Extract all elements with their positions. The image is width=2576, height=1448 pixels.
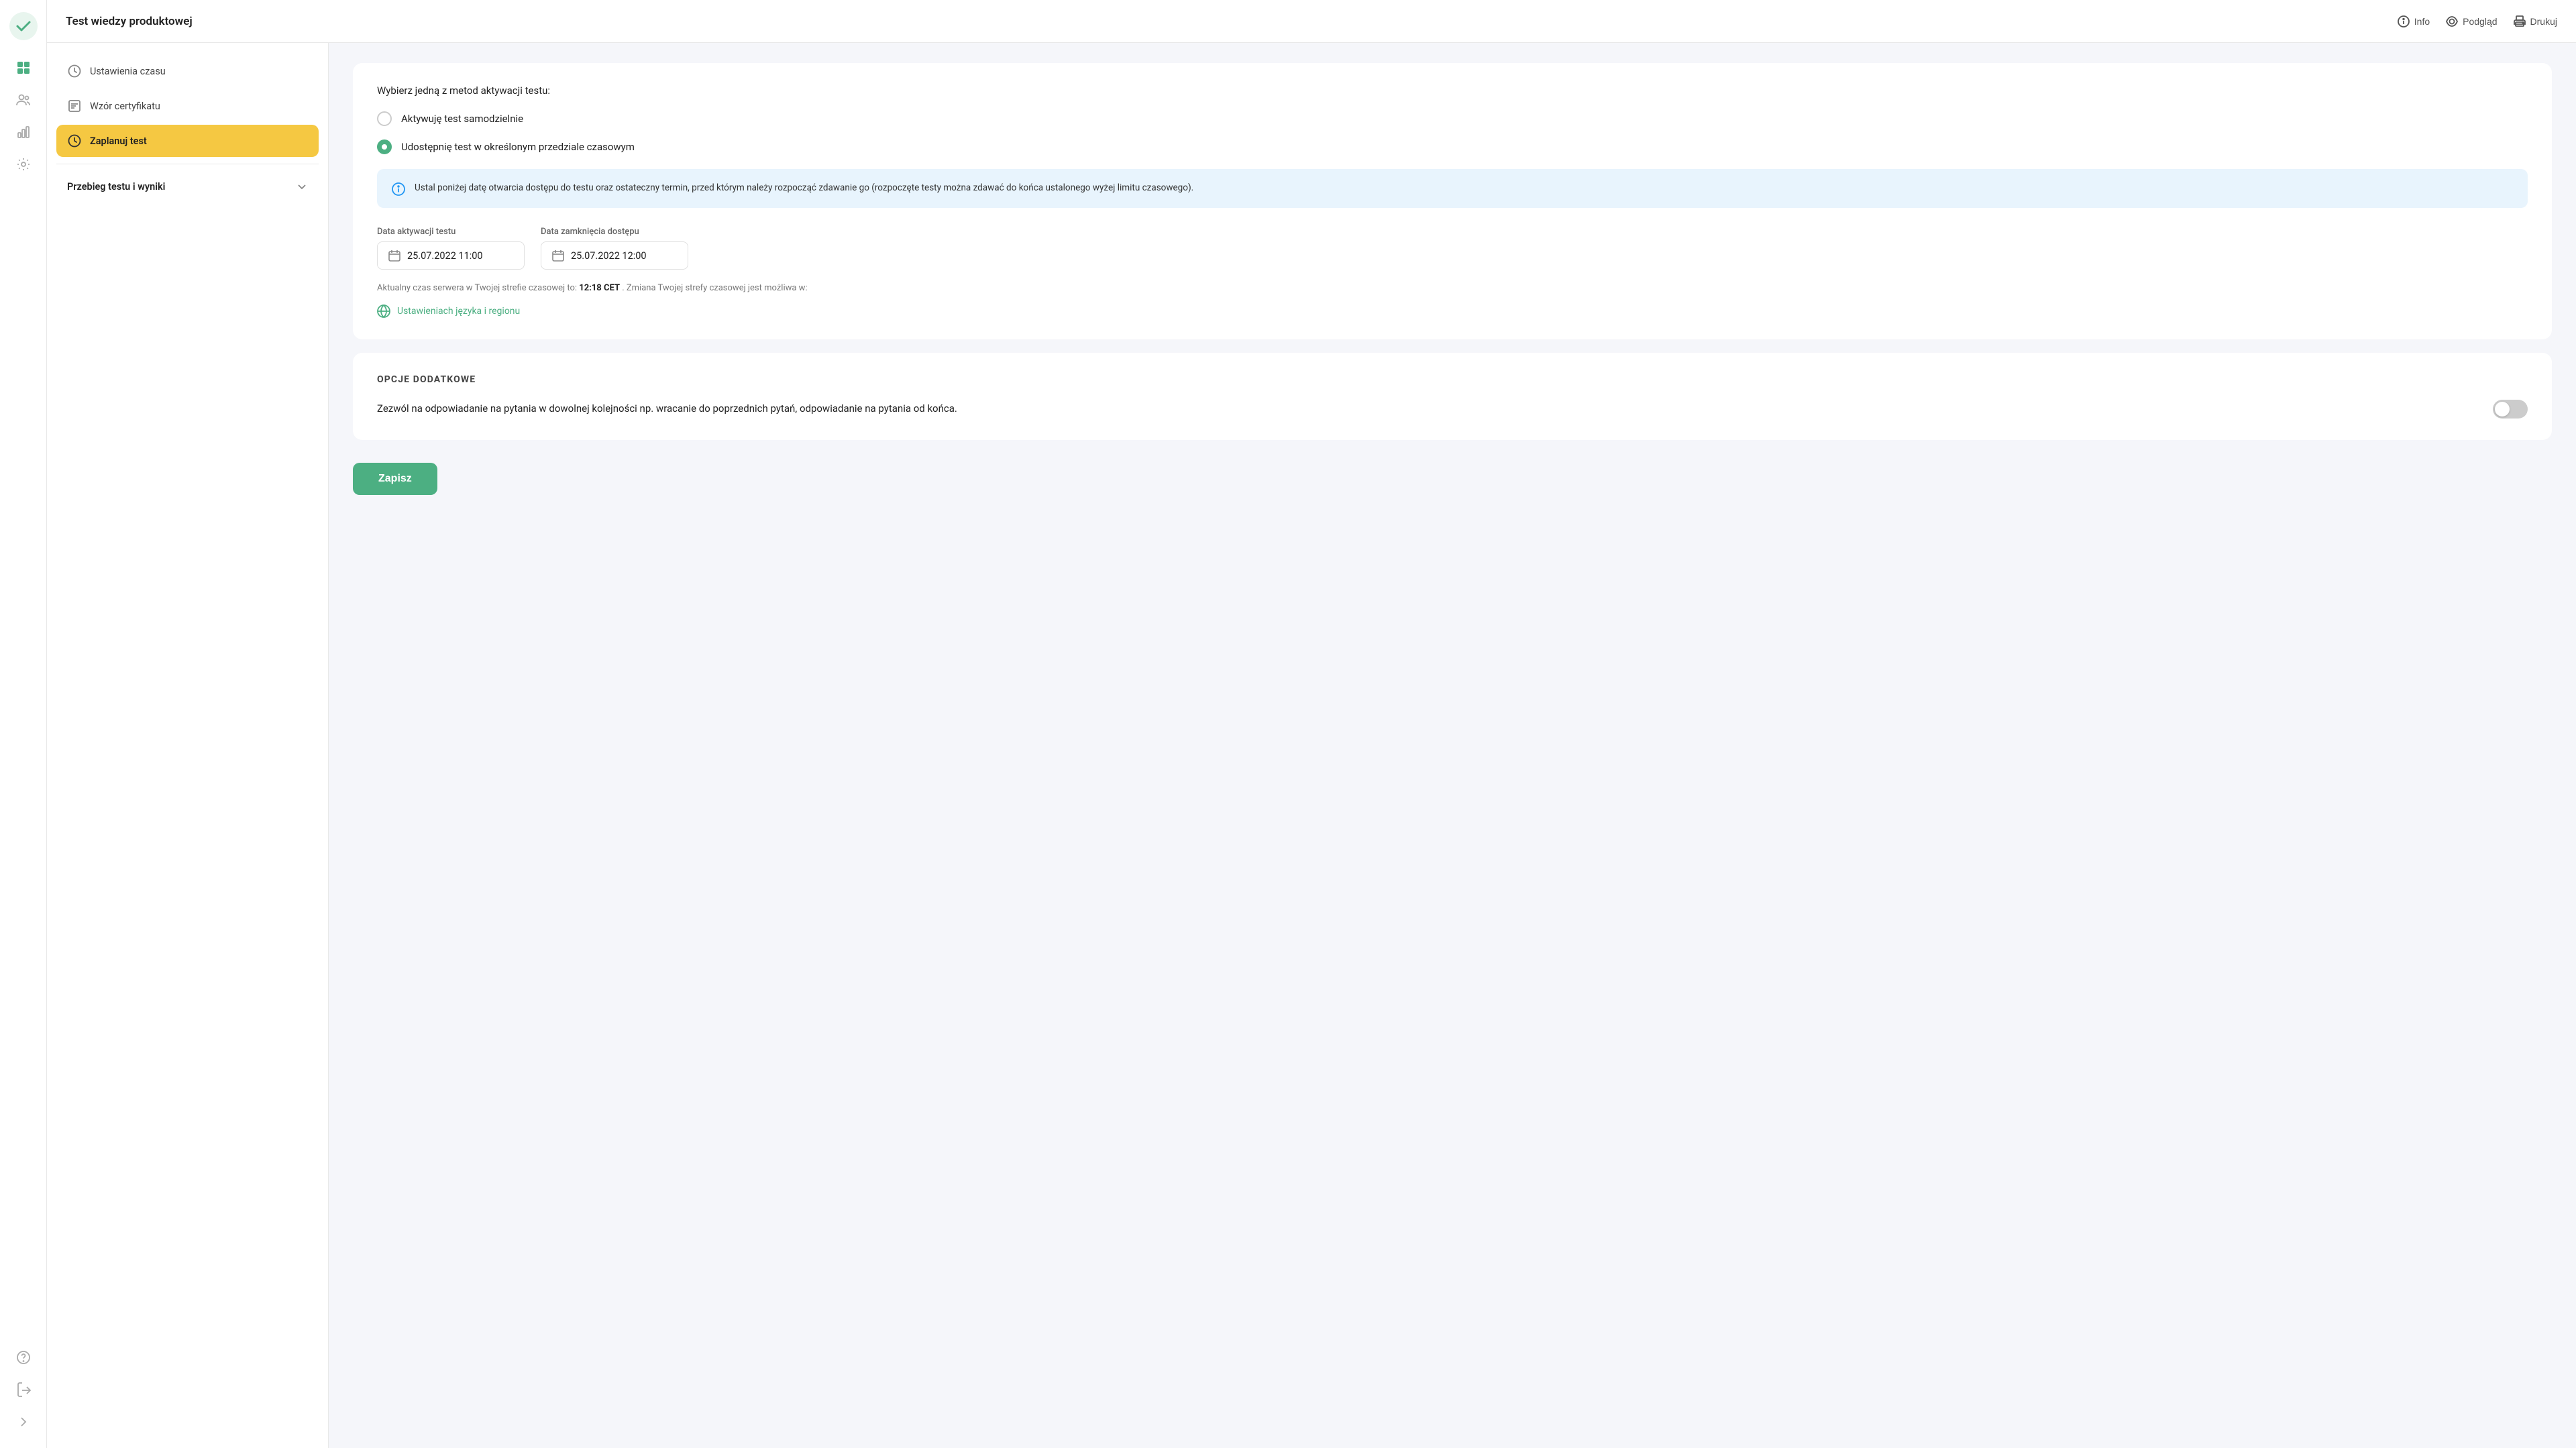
app-logo[interactable] [9,12,38,40]
toggle-answer-order[interactable] [2493,400,2528,419]
nav-section-przebieg-label: Przebieg testu i wyniki [67,181,165,192]
info-icon [2398,15,2410,27]
activation-radio-group: Aktywuję test samodzielnie Udostępnię te… [377,111,2528,154]
sidebar-icon-users[interactable] [9,86,38,114]
sidebar-icon-chart[interactable] [9,118,38,146]
print-label: Drukuj [2530,16,2557,27]
info-box-text: Ustal poniżej datę otwarcia dostępu do t… [415,181,1193,196]
zaplanuj-clock-icon [67,133,82,148]
date-fields: Data aktywacji testu 25.07.2022 1 [377,227,2528,270]
globe-icon [377,304,390,318]
radio-option-2[interactable]: Udostępnię test w określonym przedziale … [377,140,2528,154]
info-box-icon [392,182,405,196]
preview-icon [2446,15,2458,27]
info-box: Ustal poniżej datę otwarcia dostępu do t… [377,169,2528,208]
opcje-toggle-label: Zezwól na odpowiadanie na pytania w dowo… [377,401,2473,416]
radio-circle-1 [377,111,392,126]
sidebar-expand-button[interactable] [9,1408,38,1436]
print-button[interactable]: Drukuj [2514,15,2557,27]
activation-section-card: Wybierz jedną z metod aktywacji testu: A… [353,63,2552,339]
left-panel: Ustawienia czasu Wzór certyfikatu [47,43,329,1448]
date-field-activation: Data aktywacji testu 25.07.2022 1 [377,227,525,270]
date-closing-input[interactable]: 25.07.2022 12:00 [541,241,688,270]
header: Test wiedzy produktowej Info Podgląd [47,0,2576,43]
nav-wzor-certyfikatu[interactable]: Wzór certyfikatu [56,90,319,122]
save-row: Zapisz [353,453,2552,495]
activation-intro: Wybierz jedną z metod aktywacji testu: [377,85,2528,97]
date-activation-input[interactable]: 25.07.2022 11:00 [377,241,525,270]
sidebar-icon-settings[interactable] [9,150,38,178]
nav-wzor-certyfikatu-label: Wzór certyfikatu [90,101,160,112]
main-area: Test wiedzy produktowej Info Podgląd [47,0,2576,1448]
additional-options-title: OPCJE DODATKOWE [377,374,2528,385]
language-settings-link[interactable]: Ustawieniach języka i regionu [377,304,2528,318]
radio-option-1[interactable]: Aktywuję test samodzielnie [377,111,2528,126]
right-panel: Wybierz jedną z metod aktywacji testu: A… [329,43,2576,1448]
date-field-closing: Data zamknięcia dostępu 25.07.202 [541,227,688,270]
info-button[interactable]: Info [2398,15,2430,27]
preview-button[interactable]: Podgląd [2446,15,2497,27]
sidebar [0,0,47,1448]
sidebar-icon-help[interactable] [9,1343,38,1372]
date-closing-value: 25.07.2022 12:00 [571,250,647,262]
header-actions: Info Podgląd Drukuj [2398,15,2557,27]
nav-ustawienia-czasu[interactable]: Ustawienia czasu [56,55,319,87]
nav-section-przebieg[interactable]: Przebieg testu i wyniki [56,171,319,199]
date-activation-value: 25.07.2022 11:00 [407,250,483,262]
nav-zaplanuj-test-label: Zaplanuj test [90,135,147,147]
chevron-down-icon [296,180,308,192]
nav-ustawienia-czasu-label: Ustawienia czasu [90,66,166,77]
server-time-prefix: Aktualny czas serwera w Twojej strefie c… [377,283,577,293]
page-title: Test wiedzy produktowej [66,15,2398,28]
radio-label-2: Udostępnię test w określonym przedziale … [401,141,635,153]
save-button[interactable]: Zapisz [353,463,437,495]
date-closing-label: Data zamknięcia dostępu [541,227,688,237]
language-link-label: Ustawieniach języka i regionu [397,306,520,317]
date-activation-label: Data aktywacji testu [377,227,525,237]
server-time-text: Aktualny czas serwera w Twojej strefie c… [377,282,2528,295]
nav-zaplanuj-test[interactable]: Zaplanuj test [56,125,319,157]
calendar-icon-closing [552,249,564,262]
sidebar-icon-logout[interactable] [9,1376,38,1404]
radio-label-1: Aktywuję test samodzielnie [401,113,523,125]
calendar-icon-activation [388,249,400,262]
preview-label: Podgląd [2463,16,2497,27]
info-label: Info [2414,16,2430,27]
clock-icon [67,64,82,78]
server-time-value: 12:18 CET [579,283,620,293]
toggle-knob [2495,402,2510,416]
opcje-row: Zezwól na odpowiadanie na pytania w dowo… [377,400,2528,419]
radio-circle-2 [377,140,392,154]
content-area: Ustawienia czasu Wzór certyfikatu [47,43,2576,1448]
additional-options-section: OPCJE DODATKOWE Zezwól na odpowiadanie n… [353,353,2552,440]
certificate-icon [67,99,82,113]
print-icon [2514,15,2526,27]
sidebar-bottom [9,1343,38,1436]
sidebar-icon-grid[interactable] [9,54,38,82]
server-time-suffix: . Zmiana Twojej strefy czasowej jest moż… [622,283,807,293]
